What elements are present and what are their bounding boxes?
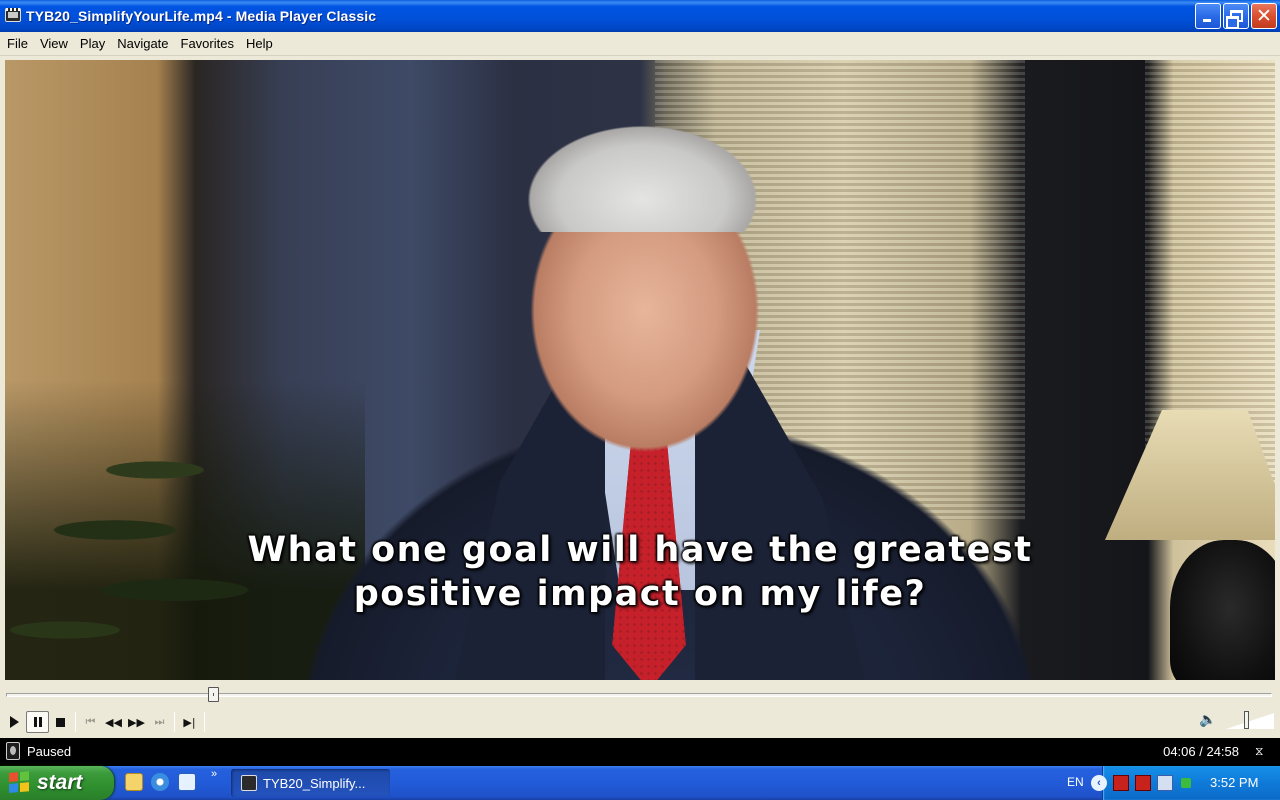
play-icon <box>10 716 19 728</box>
stop-icon <box>56 717 65 727</box>
subtitle-line-1: What one goal will have the greatest <box>247 530 1033 570</box>
stop-button[interactable] <box>49 711 72 733</box>
playback-status: Paused <box>27 744 72 759</box>
seek-bar-area <box>0 684 1280 706</box>
quick-launch-folder-icon[interactable] <box>125 773 143 791</box>
rewind-icon: ◀◀ <box>105 715 122 729</box>
status-bar: Paused 04:06 / 24:58 ⧖ <box>0 738 1280 766</box>
menu-favorites[interactable]: Favorites <box>176 33 241 55</box>
wireless-icon[interactable] <box>1180 775 1196 791</box>
title-bar[interactable]: TYB20_SimplifyYourLife.mp4 - Media Playe… <box>0 0 1280 32</box>
time-display: 04:06 / 24:58 <box>1163 744 1239 759</box>
subtitle: What one goal will have the greatest pos… <box>5 528 1275 616</box>
controls-separator <box>204 712 205 732</box>
controls-separator <box>75 712 76 732</box>
menu-file[interactable]: File <box>2 33 35 55</box>
subtitle-line-2: positive impact on my life? <box>353 574 927 614</box>
rewind-button[interactable]: ◀◀ <box>102 711 125 733</box>
tray-app-icon-1[interactable] <box>1113 775 1129 791</box>
restore-icon <box>1226 10 1243 29</box>
pause-icon <box>33 717 42 727</box>
frame-step-icon: ▶| <box>183 715 196 729</box>
windows-logo-icon <box>9 771 31 795</box>
connection-icon: ⧖ <box>1255 744 1264 758</box>
language-indicator[interactable]: EN <box>1067 775 1084 789</box>
play-button[interactable] <box>3 711 26 733</box>
skip-forward-button[interactable]: ⏭ <box>148 711 171 733</box>
taskbar-item-label: TYB20_Simplify... <box>263 775 366 791</box>
close-button[interactable]: ✕ <box>1251 3 1277 29</box>
menu-view[interactable]: View <box>35 33 75 55</box>
volume-slider[interactable] <box>1226 710 1276 732</box>
video-frame: What one goal will have the greatest pos… <box>0 56 1280 684</box>
restore-button[interactable] <box>1223 3 1249 29</box>
start-button[interactable]: start <box>0 766 114 800</box>
media-player-icon <box>241 775 257 791</box>
tray-app-icon-2[interactable] <box>1135 775 1151 791</box>
frame-step-button[interactable]: ▶| <box>178 711 201 733</box>
menu-bar: File View Play Navigate Favorites Help <box>0 32 1280 56</box>
menu-help[interactable]: Help <box>241 33 280 55</box>
quick-launch-browser-icon[interactable] <box>151 773 169 791</box>
skip-forward-icon: ⏭ <box>154 715 165 728</box>
minimize-icon <box>1203 19 1211 22</box>
seek-thumb[interactable] <box>208 687 220 702</box>
menu-navigate[interactable]: Navigate <box>112 33 175 55</box>
taskbar-item-media-player[interactable]: TYB20_Simplify... <box>231 769 390 797</box>
clock[interactable]: 3:52 PM <box>1210 775 1258 790</box>
fast-forward-button[interactable]: ▶▶ <box>125 711 148 733</box>
menu-play[interactable]: Play <box>75 33 112 55</box>
skip-back-icon: ⏮ <box>85 715 96 728</box>
status-icon <box>6 742 20 760</box>
taskbar: start » TYB20_Simplify... EN ‹ 3:52 PM <box>0 766 1280 800</box>
speaker-hair <box>505 102 780 232</box>
speaker-icon[interactable]: 🔈 <box>1199 712 1216 732</box>
start-label: start <box>37 771 83 794</box>
lamp-shade <box>1105 410 1275 540</box>
quick-launch-desktop-icon[interactable] <box>178 773 196 791</box>
close-icon: ✕ <box>1256 5 1272 27</box>
tray-expand-icon[interactable]: ‹ <box>1091 775 1107 791</box>
volume-wedge <box>1226 713 1274 729</box>
seek-track[interactable] <box>6 693 1272 697</box>
media-player-icon <box>5 8 21 24</box>
controls-separator <box>174 712 175 732</box>
fast-forward-icon: ▶▶ <box>128 715 145 729</box>
volume-thumb[interactable] <box>1243 711 1249 729</box>
video-display[interactable]: What one goal will have the greatest pos… <box>5 60 1275 680</box>
playback-controls: ⏮ ◀◀ ▶▶ ⏭ ▶| 🔈 <box>0 706 1280 738</box>
pause-button[interactable] <box>26 711 49 733</box>
quick-launch-more-icon[interactable]: » <box>211 768 217 780</box>
network-icon[interactable] <box>1157 775 1173 791</box>
minimize-button[interactable] <box>1195 3 1221 29</box>
window-title: TYB20_SimplifyYourLife.mp4 - Media Playe… <box>26 8 377 24</box>
skip-back-button[interactable]: ⏮ <box>79 711 102 733</box>
